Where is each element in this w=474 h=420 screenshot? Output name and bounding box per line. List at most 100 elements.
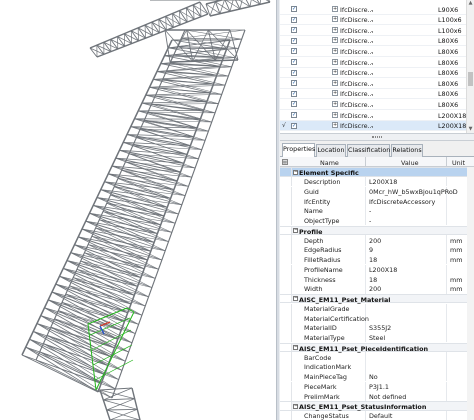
expand-icon[interactable]: +: [332, 16, 338, 23]
element-row[interactable]: ✓ + IfcDiscre... - L80X6: [280, 36, 466, 47]
collapse-icon[interactable]: −: [293, 296, 298, 302]
sort-toggle-icon[interactable]: ▤: [282, 159, 288, 165]
property-row[interactable]: FilletRadius 18 mm: [280, 254, 474, 265]
property-group[interactable]: − AISC_EM11_Pset_PieceIdentification: [280, 342, 474, 353]
visibility-checkbox[interactable]: ✓: [291, 48, 297, 55]
visibility-checkbox[interactable]: ✓: [291, 101, 297, 108]
horizontal-splitter[interactable]: [280, 133, 474, 141]
property-value[interactable]: 200: [369, 285, 381, 293]
element-row[interactable]: ✓ + IfcDiscre... - L80X6: [280, 78, 466, 89]
element-row[interactable]: ✓ + IfcDiscre... - L80X6: [280, 57, 466, 68]
element-row[interactable]: ✓ + IfcDiscre... - L90X6: [280, 4, 466, 15]
expand-icon[interactable]: +: [332, 37, 338, 44]
element-list-scrollbar[interactable]: ▲ ▼: [466, 0, 474, 133]
visibility-checkbox[interactable]: ✓: [291, 16, 297, 23]
property-value[interactable]: L200X18: [369, 266, 397, 274]
property-value[interactable]: Default: [369, 412, 392, 420]
property-row[interactable]: PieceMark P3J1.1: [280, 381, 474, 392]
visibility-checkbox[interactable]: ✓: [291, 27, 297, 34]
property-group[interactable]: − AISC_EM11_Pset_Material: [280, 293, 474, 304]
property-row[interactable]: Thickness 18 mm: [280, 274, 474, 284]
scroll-down-icon[interactable]: ▼: [467, 126, 474, 133]
property-group[interactable]: − Element Specific: [280, 167, 474, 177]
expand-icon[interactable]: +: [332, 69, 338, 76]
property-row[interactable]: IfcEntity IfcDiscreteAccessory: [280, 196, 474, 206]
property-value[interactable]: -: [369, 217, 371, 225]
property-row[interactable]: Depth 200 mm: [280, 235, 474, 245]
collapse-icon[interactable]: −: [293, 169, 298, 175]
property-row[interactable]: MaterialID S355J2: [280, 323, 474, 333]
expand-icon[interactable]: +: [332, 58, 338, 65]
property-row[interactable]: MainPieceTag No: [280, 371, 474, 382]
collapse-icon[interactable]: −: [293, 345, 298, 350]
expand-icon[interactable]: +: [332, 79, 338, 86]
visibility-checkbox[interactable]: ✓: [291, 59, 297, 65]
property-group[interactable]: − Profile: [280, 225, 474, 236]
property-row[interactable]: ProfileName L200X18: [280, 264, 474, 275]
element-row[interactable]: ✓ + IfcDiscre... - L200X18: [280, 110, 466, 121]
property-value[interactable]: P3J1.1: [369, 383, 389, 391]
expand-icon[interactable]: +: [332, 122, 338, 129]
scroll-up-icon[interactable]: ▲: [467, 0, 474, 7]
element-row[interactable]: ✓ + IfcDiscre... - L80X6: [280, 46, 466, 57]
header-unit[interactable]: Unit: [452, 159, 465, 167]
visibility-checkbox[interactable]: ✓: [291, 6, 297, 12]
tab-classification[interactable]: Classification: [347, 144, 390, 157]
property-row[interactable]: Name -: [280, 206, 474, 216]
expand-icon[interactable]: +: [332, 90, 338, 97]
element-row[interactable]: ✓ + IfcDiscre... - L100x6: [280, 25, 466, 36]
property-value[interactable]: -: [369, 207, 371, 215]
element-row[interactable]: ✓ + IfcDiscre... - L80X6: [280, 99, 466, 110]
visibility-checkbox[interactable]: ✓: [291, 90, 297, 97]
property-value[interactable]: No: [369, 373, 378, 381]
element-row[interactable]: ✓ + IfcDiscre... - L100x6: [280, 15, 466, 26]
property-value[interactable]: Not defined: [369, 393, 406, 401]
property-value[interactable]: 200: [369, 237, 381, 245]
scrollbar-thumb[interactable]: [468, 72, 473, 86]
property-row[interactable]: ChangeStatus Default: [280, 410, 474, 420]
visibility-checkbox[interactable]: ✓: [291, 112, 297, 118]
expand-icon[interactable]: +: [332, 100, 338, 107]
visibility-checkbox[interactable]: ✓: [291, 69, 297, 76]
property-row[interactable]: EdgeRadius 9 mm: [280, 245, 474, 255]
property-row[interactable]: IndicationMark: [280, 362, 474, 372]
visibility-checkbox[interactable]: ✓: [291, 122, 297, 129]
3d-viewport[interactable]: [0, 0, 276, 420]
property-row[interactable]: PrelimMark Not defined: [280, 391, 474, 401]
property-value[interactable]: IfcDiscreteAccessory: [369, 198, 435, 206]
property-row[interactable]: MaterialCertification: [280, 313, 474, 323]
property-row[interactable]: Guid 0Mcr_hW_b5wxBjou1qPRoD: [280, 186, 474, 197]
header-name[interactable]: Name: [320, 159, 339, 167]
expand-icon[interactable]: +: [332, 5, 338, 12]
collapse-icon[interactable]: −: [293, 403, 298, 409]
property-row[interactable]: Description L200X18: [280, 176, 474, 187]
collapse-icon[interactable]: −: [293, 228, 298, 233]
expand-icon[interactable]: +: [332, 111, 338, 118]
property-value[interactable]: 0Mcr_hW_b5wxBjou1qPRoD: [369, 188, 458, 196]
property-value[interactable]: 9: [369, 246, 373, 254]
property-value[interactable]: Steel: [369, 334, 385, 342]
property-row[interactable]: BarCode: [280, 352, 474, 362]
expand-icon[interactable]: +: [332, 26, 338, 33]
property-row[interactable]: ObjectType -: [280, 215, 474, 226]
tab-relations[interactable]: Relations: [391, 144, 423, 157]
property-value[interactable]: 18: [369, 276, 377, 284]
property-row[interactable]: MaterialGrade: [280, 303, 474, 314]
tower-member: [131, 387, 141, 420]
visibility-checkbox[interactable]: ✓: [291, 80, 297, 87]
element-row[interactable]: ✓ + IfcDiscre... - L80X6: [280, 89, 466, 100]
tab-location[interactable]: Location: [316, 144, 346, 157]
property-row[interactable]: MaterialType Steel: [280, 332, 474, 343]
tab-properties[interactable]: Properties: [282, 143, 315, 157]
element-row[interactable]: ✓ + IfcDiscre... - L80X6: [280, 68, 466, 79]
expand-icon[interactable]: +: [332, 47, 338, 54]
header-value[interactable]: Value: [401, 159, 419, 167]
property-row[interactable]: Width 200 mm: [280, 284, 474, 294]
visibility-checkbox[interactable]: ✓: [291, 37, 297, 44]
properties-scrollbar[interactable]: [467, 167, 474, 420]
property-value[interactable]: L200X18: [369, 178, 397, 186]
property-value[interactable]: S355J2: [369, 324, 391, 332]
element-row[interactable]: √ ✓ + IfcDiscre... - L200X18: [280, 120, 466, 132]
property-group[interactable]: − AISC_EM11_Pset_StatusInformation: [280, 401, 474, 411]
property-value[interactable]: 18: [369, 256, 377, 264]
